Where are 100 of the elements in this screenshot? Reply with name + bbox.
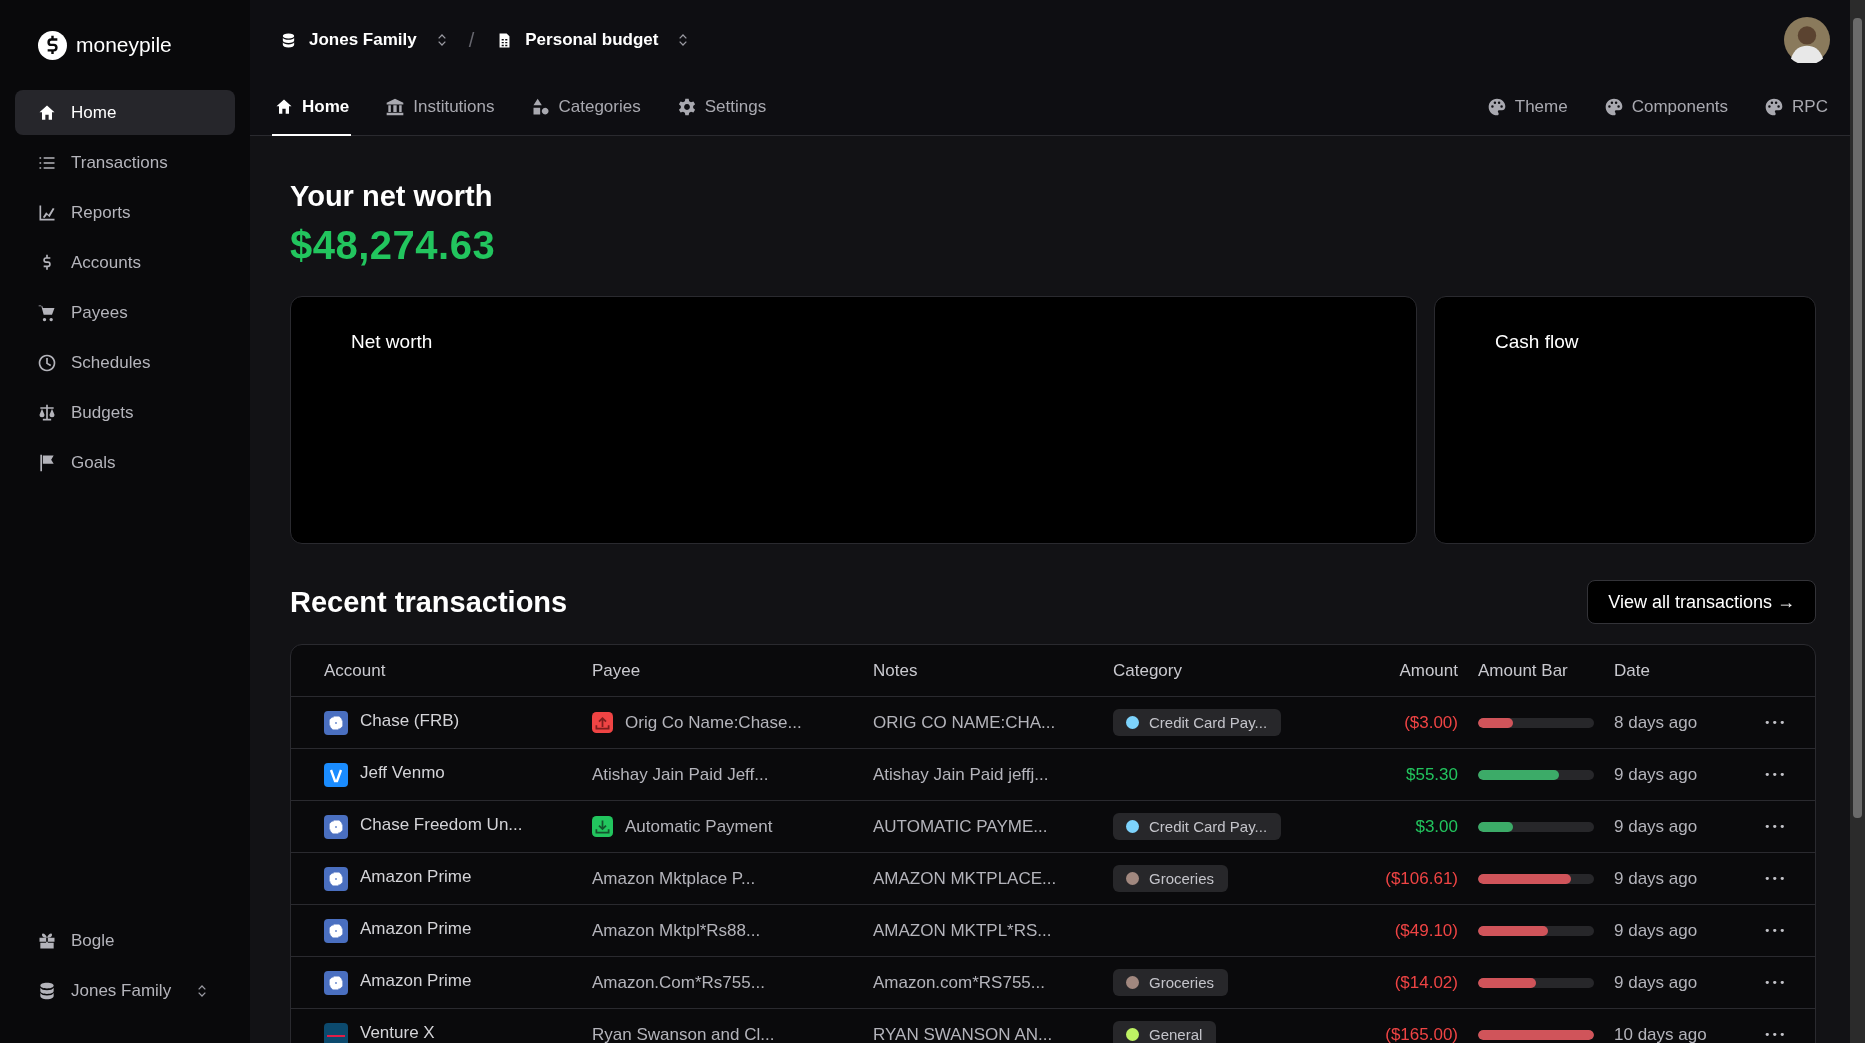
date-text: 9 days ago <box>1614 868 1698 889</box>
download-icon <box>592 816 613 837</box>
dollar-logo-icon <box>38 30 67 60</box>
sidebar-item[interactable]: Payees <box>15 290 235 335</box>
account-name: Amazon Prime <box>360 866 472 887</box>
toolbar-link[interactable]: Components <box>1601 80 1731 136</box>
app-name: moneypile <box>76 33 172 57</box>
category-label: Credit Card Pay... <box>1149 818 1268 835</box>
more-button[interactable]: ••• <box>1764 872 1787 885</box>
palette-icon <box>1486 97 1507 117</box>
amount-text: ($165.00) <box>1385 1024 1458 1043</box>
chevron-updown-icon <box>436 33 447 47</box>
account-name: Amazon Prime <box>360 970 472 991</box>
card-title: Net worth <box>351 331 433 352</box>
breadcrumb-dropdown[interactable]: Personal budget <box>496 30 689 50</box>
account-name: Jeff Venmo <box>360 762 445 783</box>
sidebar-item[interactable]: Reports <box>15 190 235 235</box>
notes-text: Amazon.com*RS755... <box>873 972 1045 993</box>
home-icon <box>274 97 294 117</box>
more-button[interactable]: ••• <box>1764 768 1787 781</box>
amount-text: ($49.10) <box>1394 920 1458 941</box>
nav-tab[interactable]: Institutions <box>383 80 497 136</box>
chevron-updown-icon <box>678 33 689 47</box>
palette-icon <box>1603 97 1624 117</box>
payee-text: Amazon.Com*Rs755... <box>592 972 765 993</box>
more-button[interactable]: ••• <box>1764 1028 1787 1041</box>
clock-icon <box>37 352 57 373</box>
notes-text: RYAN SWANSON AN... <box>873 1024 1053 1043</box>
more-button[interactable]: ••• <box>1764 976 1787 989</box>
notes-text: AMAZON MKTPLACE... <box>873 868 1057 889</box>
amount-text: $55.30 <box>1406 764 1458 785</box>
account-name: Chase Freedom Un... <box>360 814 523 835</box>
column-header: Category <box>1113 660 1183 681</box>
notes-text: AUTOMATIC PAYME... <box>873 816 1048 837</box>
notes-text: Atishay Jain Paid jeffj... <box>873 764 1049 785</box>
section-heading: Recent transactions <box>290 585 568 619</box>
date-text: 9 days ago <box>1614 764 1698 785</box>
more-button[interactable]: ••• <box>1764 716 1787 729</box>
category-label: Groceries <box>1149 974 1215 991</box>
workspace-switcher[interactable]: Jones Family <box>15 968 235 1013</box>
amount-text: $3.00 <box>1415 816 1458 837</box>
avatar[interactable] <box>1784 17 1830 63</box>
payee-text: Amazon Mktpl*Rs88... <box>592 920 761 941</box>
view-all-button[interactable]: View all transactions → <box>1587 580 1816 624</box>
column-header: Amount <box>1398 660 1459 681</box>
column-header: Amount Bar <box>1478 660 1569 681</box>
sidebar-item[interactable]: Schedules <box>15 340 235 385</box>
payee-text: Automatic Payment <box>625 816 773 837</box>
date-text: 10 days ago <box>1614 1024 1707 1043</box>
net-worth-value: $48,274.63 <box>290 223 497 268</box>
payee-text: Atishay Jain Paid Jeff... <box>592 764 769 785</box>
more-button[interactable]: ••• <box>1764 924 1787 937</box>
date-text: 9 days ago <box>1614 920 1698 941</box>
amount-text: ($14.02) <box>1394 972 1458 993</box>
chevron-updown-icon <box>197 983 208 998</box>
sidebar-item[interactable]: Budgets <box>15 390 235 435</box>
payee-text: Ryan Swanson and Cl... <box>592 1024 775 1043</box>
palette-icon <box>1764 97 1785 117</box>
category-label: Credit Card Pay... <box>1149 714 1268 731</box>
column-header: Date <box>1614 660 1651 681</box>
date-text: 9 days ago <box>1614 816 1698 837</box>
settings-icon <box>676 97 697 117</box>
account-name: Venture X <box>360 1022 435 1043</box>
toolbar-link[interactable]: RPC <box>1762 80 1830 136</box>
upload-icon <box>592 712 613 733</box>
breadcrumb-separator: / <box>468 28 475 52</box>
notes-text: AMAZON MKTPL*RS... <box>873 920 1052 941</box>
nav-tab[interactable]: Settings <box>674 80 769 136</box>
card-logo-icon <box>324 1022 348 1043</box>
scrollbar-thumb[interactable] <box>1853 18 1862 818</box>
section-heading: Your net worth <box>290 180 494 213</box>
sidebar-item[interactable]: Accounts <box>15 240 235 285</box>
sidebar-item[interactable]: Home <box>15 90 235 135</box>
date-text: 8 days ago <box>1614 712 1698 733</box>
scale-icon <box>37 402 57 423</box>
sidebar-item[interactable]: Bogle <box>15 918 235 963</box>
breadcrumb-dropdown[interactable]: Jones Family <box>280 30 447 50</box>
date-text: 9 days ago <box>1614 972 1698 993</box>
database-icon <box>280 31 297 49</box>
wallet-logo-icon <box>324 762 348 787</box>
column-header: Account <box>324 660 387 681</box>
toolbar-link[interactable]: Theme <box>1484 80 1570 136</box>
bank-icon <box>385 97 406 117</box>
card-title: Cash flow <box>1495 331 1579 352</box>
sidebar-item[interactable]: Transactions <box>15 140 235 185</box>
category-label: General <box>1149 1026 1203 1043</box>
category-label: Groceries <box>1149 870 1215 887</box>
sidebar-item[interactable]: Goals <box>15 440 235 485</box>
payee-text: Orig Co Name:Chase... <box>625 712 802 733</box>
account-name: Amazon Prime <box>360 918 472 939</box>
database-icon <box>37 980 57 1001</box>
more-button[interactable]: ••• <box>1764 820 1787 833</box>
scrollbar[interactable] <box>1850 0 1865 1043</box>
nav-tab[interactable]: Categories <box>528 80 643 136</box>
amount-text: ($106.61) <box>1385 868 1458 889</box>
column-header: Notes <box>873 660 919 681</box>
column-header: Payee <box>592 660 642 681</box>
account-name: Chase (FRB) <box>360 710 460 731</box>
payee-text: Amazon Mktplace P... <box>592 868 756 889</box>
amount-text: ($3.00) <box>1404 712 1458 733</box>
